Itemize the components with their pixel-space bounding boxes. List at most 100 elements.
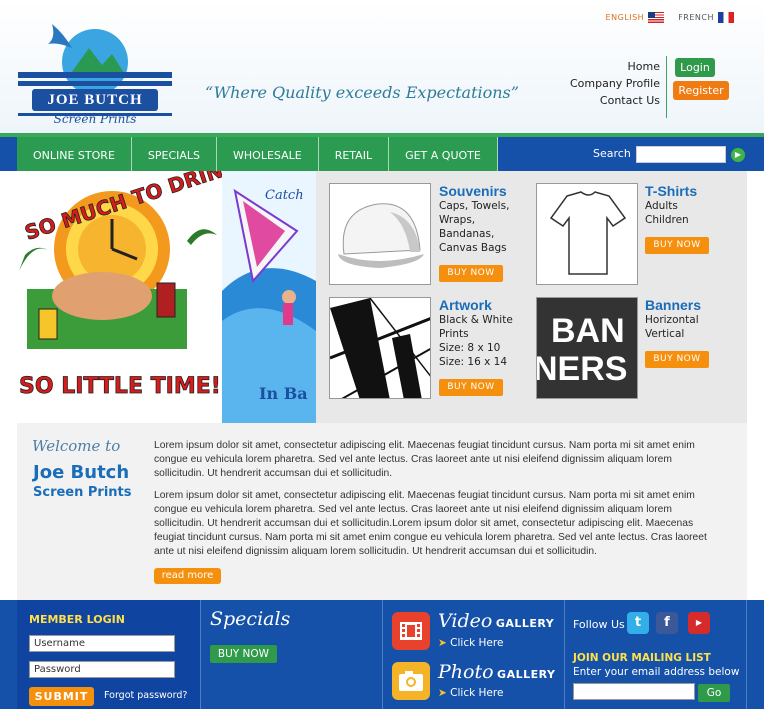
submit-button[interactable]: SUBMIT (29, 687, 94, 706)
product-desc-line: Adults (645, 200, 678, 212)
tshirts-info: T-Shirts Adults Children (645, 183, 735, 227)
welcome-to-heading: Welcome to (32, 437, 121, 455)
hero-banner[interactable]: SO MUCH TO DRINK SO LITTLE TIME!! Catch … (17, 171, 316, 423)
click-here-label: Click Here (450, 687, 504, 699)
product-title[interactable]: T-Shirts (645, 183, 735, 199)
artwork-thumbnail[interactable] (329, 297, 431, 399)
site-logo[interactable]: JOE BUTCH Screen Prints (14, 10, 176, 128)
tshirts-buy-button[interactable]: BUY NOW (645, 237, 709, 254)
hero-artwork: SO MUCH TO DRINK SO LITTLE TIME!! Catch … (17, 171, 316, 423)
password-field[interactable]: Password (29, 661, 175, 678)
language-switcher: ENGLISH FRENCH (606, 12, 734, 23)
footer-divider (382, 600, 383, 709)
top-links: Home Company Profile Contact Us (560, 58, 660, 109)
product-desc-line: Black & White (439, 314, 513, 326)
login-button[interactable]: Login (675, 58, 715, 77)
product-desc-line: Prints (439, 328, 469, 340)
mailing-go-button[interactable]: Go (698, 684, 730, 702)
banner-thumb-text: NERS (536, 350, 628, 388)
product-desc-line: Canvas Bags (439, 242, 507, 254)
video-gallery-icon[interactable] (392, 612, 430, 650)
tab-get-a-quote[interactable]: GET A QUOTE (389, 137, 498, 171)
footer-divider (746, 600, 747, 709)
banners-thumbnail[interactable]: BAN NERS (536, 297, 638, 399)
hero-second-text: Catch (265, 188, 304, 203)
forgot-password-link[interactable]: Forgot password? (104, 690, 187, 701)
arrow-right-icon: ➤ (438, 687, 447, 699)
tshirt-icon (549, 191, 627, 275)
contact-us-link[interactable]: Contact Us (560, 92, 660, 109)
tab-specials[interactable]: SPECIALS (131, 137, 218, 171)
language-english[interactable]: ENGLISH (606, 12, 665, 23)
product-desc-line: Horizontal (645, 314, 699, 326)
video-click-here-link[interactable]: ➤ Click Here (438, 637, 503, 649)
product-desc-line: Size: 16 x 14 (439, 356, 508, 368)
tagline: “Where Quality exceeds Expectations” (205, 83, 519, 102)
welcome-paragraph-2: Lorem ipsum dolor sit amet, consectetur … (154, 490, 707, 557)
header-divider (666, 56, 667, 118)
language-french[interactable]: FRENCH (678, 12, 734, 23)
product-title[interactable]: Artwork (439, 297, 529, 313)
artwork-buy-button[interactable]: BUY NOW (439, 379, 503, 396)
mailing-list-title: JOIN OUR MAILING LIST (573, 652, 711, 664)
hero-headline-bottom: SO LITTLE TIME!! (19, 374, 231, 399)
banners-buy-button[interactable]: BUY NOW (645, 351, 709, 368)
artwork-icon (330, 298, 430, 398)
mailing-list-subtitle: Enter your email address below (573, 666, 740, 678)
search-go-icon[interactable]: ▶ (731, 148, 745, 162)
footer-divider (200, 600, 201, 709)
facebook-icon[interactable]: f (656, 612, 678, 634)
photo-click-here-link[interactable]: ➤ Click Here (438, 687, 503, 699)
language-french-label: FRENCH (678, 13, 714, 22)
product-desc-line: Bandanas, (439, 228, 495, 240)
video-gallery-title[interactable]: Video GALLERY (438, 610, 554, 632)
welcome-company-sub: Screen Prints (33, 485, 132, 500)
tab-retail[interactable]: RETAIL (318, 137, 390, 171)
cap-icon (338, 203, 424, 268)
photo-gallery-word: GALLERY (497, 668, 556, 681)
video-gallery-word: GALLERY (495, 617, 555, 630)
search-label: Search (593, 147, 631, 160)
us-flag-icon (648, 12, 665, 23)
member-login-title: MEMBER LOGIN (29, 613, 125, 626)
click-here-label: Click Here (450, 637, 504, 649)
photo-gallery-big: Photo (438, 661, 494, 683)
arrow-right-icon: ➤ (438, 637, 447, 649)
specials-title: Specials (210, 608, 291, 630)
film-icon (400, 622, 422, 640)
french-flag-icon (718, 12, 734, 23)
welcome-company-name: Joe Butch (33, 462, 130, 483)
product-desc-line: Wraps, (439, 214, 476, 226)
tab-online-store[interactable]: ONLINE STORE (17, 137, 132, 171)
logo-graphic (18, 24, 172, 116)
read-more-button[interactable]: read more (154, 568, 221, 584)
logo-subtext: Screen Prints (53, 112, 137, 126)
username-field[interactable]: Username (29, 635, 175, 652)
language-english-label: ENGLISH (605, 13, 645, 22)
tab-wholesale[interactable]: WHOLESALE (217, 137, 319, 171)
souvenirs-info: Souvenirs Caps, Towels, Wraps, Bandanas,… (439, 183, 529, 255)
youtube-icon[interactable]: ▶ (688, 612, 710, 634)
search-input[interactable] (636, 146, 726, 163)
photo-gallery-icon[interactable] (392, 662, 430, 700)
tshirts-thumbnail[interactable] (536, 183, 638, 285)
product-desc-line: Caps, Towels, (439, 200, 510, 212)
product-title[interactable]: Souvenirs (439, 183, 529, 199)
email-field[interactable] (573, 683, 695, 700)
main-nav: ONLINE STORE SPECIALS WHOLESALE RETAIL G… (17, 137, 498, 171)
photo-gallery-title[interactable]: Photo GALLERY (438, 661, 555, 683)
banner-thumb-text: BAN (551, 312, 625, 350)
banners-info: Banners Horizontal Vertical (645, 297, 735, 341)
welcome-paragraph-1: Lorem ipsum dolor sit amet, consectetur … (154, 440, 695, 479)
souvenirs-buy-button[interactable]: BUY NOW (439, 265, 503, 282)
specials-buy-button[interactable]: BUY NOW (210, 645, 277, 663)
hero-second-bottom: In Ba (259, 384, 308, 403)
footer-divider (564, 600, 565, 709)
company-profile-link[interactable]: Company Profile (560, 75, 660, 92)
home-link[interactable]: Home (560, 58, 660, 75)
souvenirs-thumbnail[interactable] (329, 183, 431, 285)
twitter-icon[interactable]: t (627, 612, 649, 634)
product-desc-line: Vertical (645, 328, 685, 340)
register-button[interactable]: Register (673, 81, 729, 100)
product-title[interactable]: Banners (645, 297, 735, 313)
